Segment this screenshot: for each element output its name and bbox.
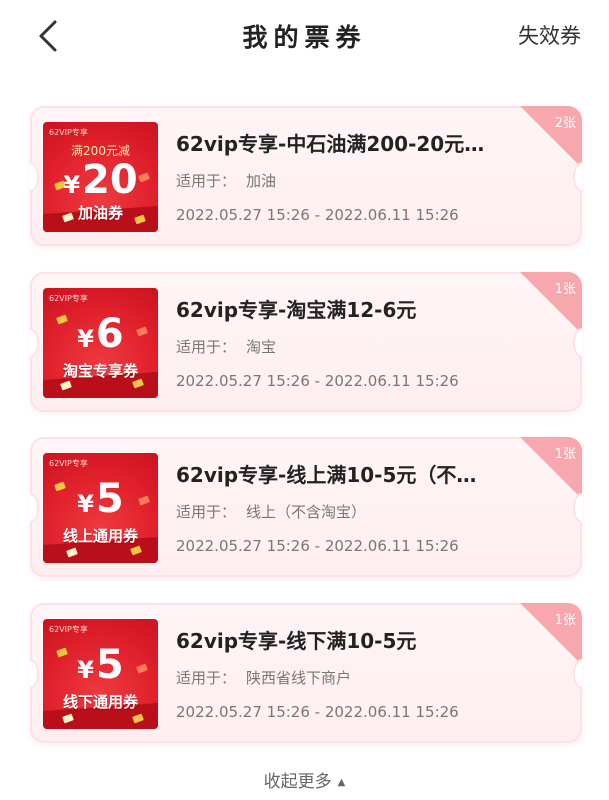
- header-bar: 我的票券 失效券: [0, 0, 609, 74]
- ticket-card[interactable]: 62VIP专享 ¥6 淘宝专享券 62vip专享-淘宝满12-6元 适用于： 淘宝…: [30, 272, 582, 412]
- ticket-scope: 适用于： 加油: [176, 170, 276, 191]
- ticket-validity: 2022.05.27 15:26 - 2022.06.11 15:26: [176, 372, 459, 390]
- thumb-amount-value: 5: [95, 642, 124, 688]
- collapse-more-button[interactable]: 收起更多 ▲: [0, 767, 609, 792]
- ticket-validity: 2022.05.27 15:26 - 2022.06.11 15:26: [176, 703, 459, 721]
- ticket-validity: 2022.05.27 15:26 - 2022.06.11 15:26: [176, 537, 459, 555]
- count-badge: 1张: [520, 437, 582, 499]
- scope-value: 陕西省线下商户: [246, 669, 352, 687]
- scope-label: 适用于：: [176, 503, 237, 521]
- thumb-tag: 62VIP专享: [49, 459, 88, 468]
- thumb-amount: ¥5: [43, 645, 158, 690]
- currency-symbol: ¥: [77, 656, 94, 684]
- count-text: 2张: [554, 116, 576, 131]
- count-badge: 2张: [520, 106, 582, 168]
- expired-tickets-link[interactable]: 失效券: [518, 20, 581, 50]
- count-text: 1张: [554, 447, 576, 462]
- count-text: 1张: [554, 282, 576, 297]
- thumb-amount-value: 6: [95, 311, 124, 357]
- thumb-amount-value: 20: [82, 157, 138, 203]
- thumb-type: 淘宝专享券: [62, 362, 138, 380]
- coupon-thumbnail: 62VIP专享 ¥6 淘宝专享券: [43, 288, 158, 398]
- thumb-tag: 62VIP专享: [49, 128, 88, 137]
- currency-symbol: ¥: [63, 171, 81, 199]
- thumb-tag: 62VIP专享: [49, 625, 88, 634]
- thumb-tag: 62VIP专享: [49, 294, 88, 303]
- ticket-name: 62vip专享-中石油满200-20元…: [176, 132, 485, 156]
- count-badge: 1张: [520, 603, 582, 665]
- ticket-card[interactable]: 62VIP专享 ¥5 线下通用券 62vip专享-线下满10-5元 适用于： 陕西…: [30, 603, 582, 743]
- scope-value: 线上（不含淘宝）: [246, 503, 367, 521]
- currency-symbol: ¥: [77, 325, 94, 353]
- ticket-validity: 2022.05.27 15:26 - 2022.06.11 15:26: [176, 206, 459, 224]
- ticket-scope: 适用于： 线上（不含淘宝）: [176, 501, 366, 522]
- count-badge: 1张: [520, 272, 582, 334]
- scope-label: 适用于：: [176, 669, 237, 687]
- thumb-type: 线上通用券: [62, 527, 138, 545]
- thumb-amount: ¥20: [43, 160, 158, 205]
- scope-value: 淘宝: [246, 338, 277, 356]
- collapse-more-label: 收起更多: [263, 772, 332, 792]
- thumb-amount-value: 5: [95, 476, 124, 522]
- ticket-name: 62vip专享-线下满10-5元: [176, 629, 417, 653]
- currency-symbol: ¥: [77, 490, 94, 518]
- thumb-amount: ¥6: [43, 314, 158, 359]
- thumb-amount: ¥5: [43, 479, 158, 524]
- ticket-card[interactable]: 62VIP专享 满200元减 ¥20 加油券 62vip专享-中石油满200-2…: [30, 106, 582, 246]
- triangle-up-icon: ▲: [337, 777, 346, 788]
- ticket-card[interactable]: 62VIP专享 ¥5 线上通用券 62vip专享-线上满10-5元（不… 适用于…: [30, 437, 582, 577]
- count-text: 1张: [554, 613, 576, 628]
- coupon-thumbnail: 62VIP专享 满200元减 ¥20 加油券: [43, 122, 158, 232]
- ticket-scope: 适用于： 陕西省线下商户: [176, 667, 351, 688]
- thumb-type: 加油券: [77, 204, 123, 222]
- thumb-type: 线下通用券: [62, 693, 138, 711]
- ticket-scope: 适用于： 淘宝: [176, 336, 276, 357]
- scope-label: 适用于：: [176, 338, 237, 356]
- coupon-thumbnail: 62VIP专享 ¥5 线上通用券: [43, 453, 158, 563]
- coupon-thumbnail: 62VIP专享 ¥5 线下通用券: [43, 619, 158, 729]
- ticket-name: 62vip专享-淘宝满12-6元: [176, 298, 417, 322]
- ticket-name: 62vip专享-线上满10-5元（不…: [176, 463, 477, 487]
- scope-label: 适用于：: [176, 172, 237, 190]
- scope-value: 加油: [246, 172, 277, 190]
